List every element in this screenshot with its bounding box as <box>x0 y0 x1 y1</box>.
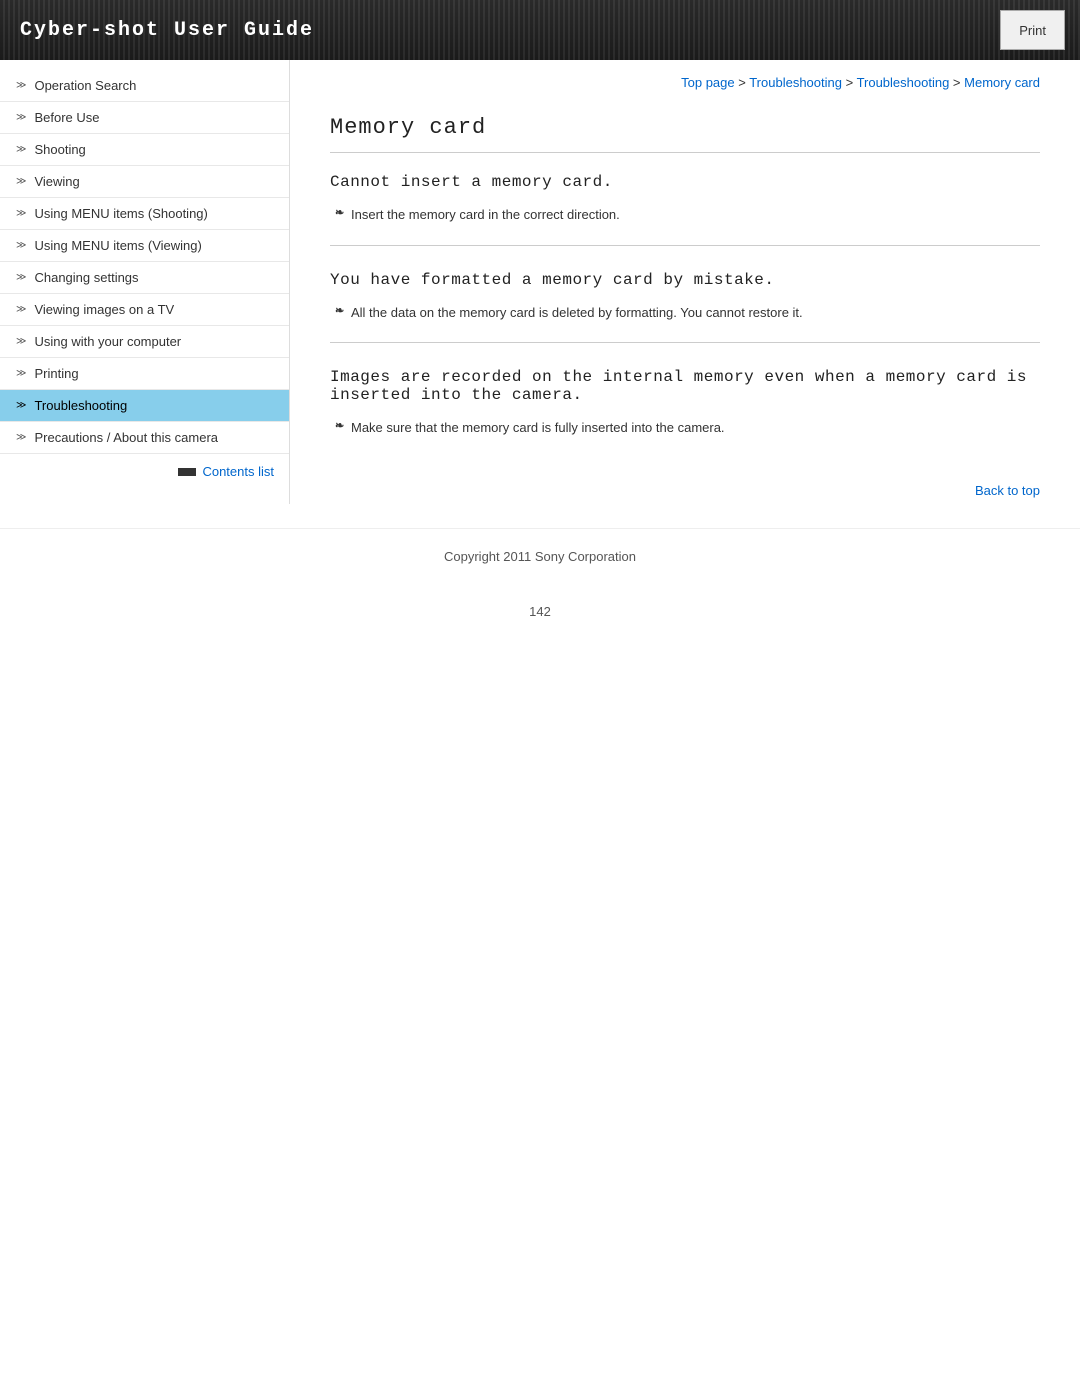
issue-detail-2: ❧Make sure that the memory card is fully… <box>330 418 1040 438</box>
issue-bullet-icon-0: ❧ <box>335 205 347 222</box>
sidebar-item-2[interactable]: ≫ Shooting <box>0 134 289 166</box>
sidebar-bullet-11: ≫ <box>16 432 26 443</box>
sidebar: ≫ Operation Search ≫ Before Use ≫ Shooting ≫ Vi… <box>0 60 290 504</box>
breadcrumb-sep2: > <box>842 75 857 90</box>
copyright: Copyright 2011 Sony Corporation <box>444 549 636 564</box>
issues-container: Cannot insert a memory card.❧Insert the … <box>330 173 1040 458</box>
issue-text-2: Make sure that the memory card is fully … <box>351 418 725 438</box>
sidebar-label-2: Shooting <box>34 142 85 157</box>
app-title: Cyber-shot User Guide <box>0 0 334 60</box>
issue-bullet-icon-1: ❧ <box>335 303 347 320</box>
issue-section-1: You have formatted a memory card by mist… <box>330 271 1040 344</box>
sidebar-label-0: Operation Search <box>34 78 136 93</box>
sidebar-label-9: Printing <box>34 366 78 381</box>
issue-detail-1: ❧All the data on the memory card is dele… <box>330 303 1040 323</box>
sidebar-item-6[interactable]: ≫ Changing settings <box>0 262 289 294</box>
sidebar-label-5: Using MENU items (Viewing) <box>34 238 201 253</box>
contents-list-label: Contents list <box>202 464 274 479</box>
main-layout: ≫ Operation Search ≫ Before Use ≫ Shooting ≫ Vi… <box>0 60 1080 528</box>
sidebar-bullet-2: ≫ <box>16 144 26 155</box>
issue-bullet-icon-2: ❧ <box>335 418 347 435</box>
sidebar-item-7[interactable]: ≫ Viewing images on a TV <box>0 294 289 326</box>
breadcrumb-top-page[interactable]: Top page <box>681 75 735 90</box>
sidebar-bullet-9: ≫ <box>16 368 26 379</box>
page-title: Memory card <box>330 115 1040 140</box>
sidebar-label-4: Using MENU items (Shooting) <box>34 206 207 221</box>
sidebar-item-4[interactable]: ≫ Using MENU items (Shooting) <box>0 198 289 230</box>
breadcrumb-memory-card[interactable]: Memory card <box>964 75 1040 90</box>
sidebar-item-8[interactable]: ≫ Using with your computer <box>0 326 289 358</box>
sidebar-label-7: Viewing images on a TV <box>34 302 174 317</box>
back-to-top[interactable]: Back to top <box>330 483 1040 498</box>
sidebar-item-5[interactable]: ≫ Using MENU items (Viewing) <box>0 230 289 262</box>
title-divider <box>330 152 1040 153</box>
issue-title-2: Images are recorded on the internal memo… <box>330 368 1040 404</box>
sidebar-label-1: Before Use <box>34 110 99 125</box>
issue-section-2: Images are recorded on the internal memo… <box>330 368 1040 458</box>
sidebar-bullet-6: ≫ <box>16 272 26 283</box>
contents-list-link[interactable]: Contents list <box>0 454 289 484</box>
sidebar-bullet-7: ≫ <box>16 304 26 315</box>
content-area: Top page > Troubleshooting > Troubleshoo… <box>290 60 1080 528</box>
sidebar-bullet-1: ≫ <box>16 112 26 123</box>
sidebar-label-6: Changing settings <box>34 270 138 285</box>
issue-title-1: You have formatted a memory card by mist… <box>330 271 1040 289</box>
sidebar-label-10: Troubleshooting <box>34 398 127 413</box>
issue-section-0: Cannot insert a memory card. ❧Insert the … <box>330 173 1040 246</box>
issue-text-1: All the data on the memory card is delet… <box>351 303 803 323</box>
sidebar-bullet-10: ≫ <box>16 400 26 411</box>
back-to-top-link[interactable]: Back to top <box>975 483 1040 498</box>
sidebar-label-8: Using with your computer <box>34 334 181 349</box>
breadcrumb: Top page > Troubleshooting > Troubleshoo… <box>330 75 1040 95</box>
sidebar-item-0[interactable]: ≫ Operation Search <box>0 70 289 102</box>
sidebar-bullet-8: ≫ <box>16 336 26 347</box>
sidebar-label-3: Viewing <box>34 174 79 189</box>
sidebar-item-9[interactable]: ≫ Printing <box>0 358 289 390</box>
footer: Copyright 2011 Sony Corporation <box>0 528 1080 594</box>
sidebar-item-10[interactable]: ≫ Troubleshooting <box>0 390 289 422</box>
breadcrumb-sep3: > <box>949 75 964 90</box>
sidebar-label-11: Precautions / About this camera <box>34 430 218 445</box>
issue-title-0: Cannot insert a memory card. <box>330 173 1040 191</box>
page-number: 142 <box>0 594 1080 629</box>
sidebar-bullet-3: ≫ <box>16 176 26 187</box>
sidebar-bullet-5: ≫ <box>16 240 26 251</box>
print-button[interactable]: Print <box>1000 10 1065 50</box>
sidebar-item-3[interactable]: ≫ Viewing <box>0 166 289 198</box>
sidebar-bullet-0: ≫ <box>16 80 26 91</box>
contents-list-icon <box>178 468 196 476</box>
issue-detail-0: ❧Insert the memory card in the correct d… <box>330 205 1040 225</box>
breadcrumb-troubleshooting1[interactable]: Troubleshooting <box>749 75 842 90</box>
sidebar-item-1[interactable]: ≫ Before Use <box>0 102 289 134</box>
breadcrumb-sep1: > <box>735 75 750 90</box>
sidebar-item-11[interactable]: ≫ Precautions / About this camera <box>0 422 289 454</box>
breadcrumb-troubleshooting2[interactable]: Troubleshooting <box>857 75 950 90</box>
issue-text-0: Insert the memory card in the correct di… <box>351 205 620 225</box>
sidebar-bullet-4: ≫ <box>16 208 26 219</box>
header: Cyber-shot User Guide Print <box>0 0 1080 60</box>
